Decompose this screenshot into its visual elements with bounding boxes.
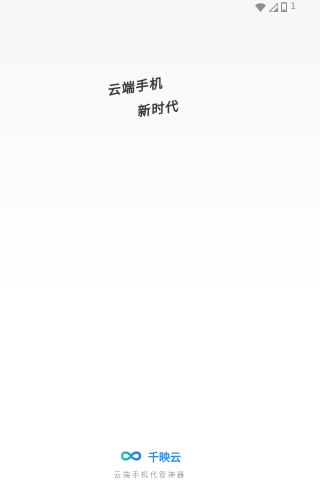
status-icons: 1	[255, 1, 296, 13]
wifi-icon	[255, 2, 267, 12]
status-bar: 1	[0, 0, 300, 16]
slogan-line-2: 新时代	[137, 99, 180, 121]
signal-icon	[269, 2, 279, 12]
battery-icon	[281, 2, 288, 12]
brand-name: 千映云	[148, 450, 181, 464]
battery-level: 1	[290, 2, 296, 12]
brand-row: 千映云	[119, 447, 181, 466]
footer-brand: 千映云 云端手机代管神器	[0, 447, 300, 480]
slogan: 云端手机 新时代	[108, 67, 197, 124]
infinity-logo-icon	[119, 447, 143, 466]
brand-tagline: 云端手机代管神器	[114, 471, 186, 479]
